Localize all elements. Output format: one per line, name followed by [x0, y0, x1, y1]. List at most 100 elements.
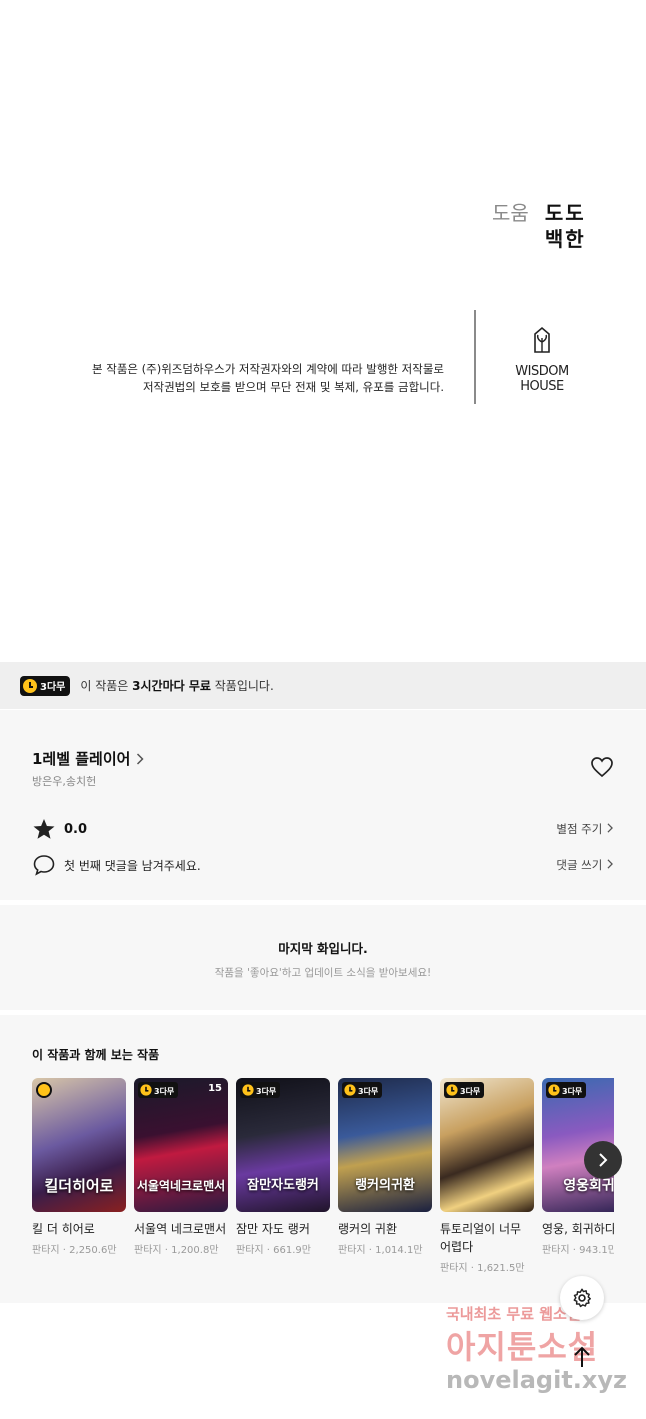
free-badge: 3다무 — [20, 675, 71, 696]
clock-icon — [344, 1084, 356, 1096]
card-title: 서울역 네크로맨서 — [134, 1222, 227, 1236]
free-badge: 3다무 — [138, 1082, 179, 1098]
recommendations: 이 작품과 함께 보는 작품 킬더히어로 킬 더 히어로 판타지 · 2,250… — [0, 1015, 646, 1303]
recommendation-card[interactable]: 3다무 랭커의귀환 랭커의 귀환 판타지 · 1,014.1만 — [338, 1078, 432, 1274]
card-genre: 판타지 — [236, 1245, 264, 1256]
publisher-logo-line-2: HOUSE — [520, 379, 564, 394]
card-title: 킬 더 히어로 — [32, 1222, 95, 1236]
recommendation-card[interactable]: 킬더히어로 킬 더 히어로 판타지 · 2,250.6만 — [32, 1078, 126, 1274]
publisher-logo-line-1: WISDOM — [515, 364, 569, 379]
recommendations-heading: 이 작품과 함께 보는 작품 — [32, 1048, 160, 1062]
card-meta: 판타지 · 2,250.6만 — [32, 1245, 117, 1256]
copyright-notice: 본 작품은 (주)위즈덤하우스가 저작권자와의 계약에 따라 발행한 저작물로 … — [92, 360, 444, 396]
series-authors: 방은우,송치헌 — [32, 775, 97, 788]
clock-icon — [36, 1082, 52, 1098]
clock-icon — [140, 1084, 152, 1096]
free-text-bold: 3시간마다 무료 — [132, 679, 211, 693]
star-icon — [33, 819, 55, 839]
last-episode-notice: 마지막 화입니다. 작품을 '좋아요'하고 업데이트 소식을 받아보세요! — [0, 905, 646, 1010]
assist-name-1: 도도 — [544, 201, 586, 225]
free-badge-label: 3다무 — [256, 1087, 277, 1096]
card-views: 1,200.8만 — [171, 1245, 219, 1256]
cover-image: 3다무 잠만자도랭커 — [236, 1078, 330, 1212]
gear-icon — [573, 1288, 591, 1308]
card-meta: 판타지 · 1,014.1만 — [338, 1245, 423, 1256]
series-title: 1레벨 플레이어 — [32, 750, 131, 768]
rating-row: 0.0 별점 주기 — [32, 818, 614, 840]
assist-name-2: 백한 — [544, 227, 586, 251]
free-badge-label: 3다무 — [460, 1087, 481, 1096]
card-title: 랭커의 귀환 — [338, 1222, 398, 1236]
free-banner-text: 이 작품은 3시간마다 무료 작품입니다. — [80, 677, 273, 694]
free-badge-label: 3다무 — [358, 1087, 379, 1096]
chevron-right-icon — [599, 1153, 608, 1167]
series-title-link[interactable]: 1레벨 플레이어 — [32, 748, 145, 769]
card-views: 943.1만 — [579, 1245, 614, 1256]
copyright-line-1: 본 작품은 (주)위즈덤하우스가 저작권자와의 계약에 따라 발행한 저작물로 — [92, 362, 444, 376]
arrow-up-icon — [574, 1346, 590, 1367]
free-badge-label: 3다무 — [562, 1087, 583, 1096]
chevron-right-icon — [607, 823, 613, 833]
cover-text: 서울역네크로맨서 — [136, 1179, 226, 1193]
free-badge-label: 3다무 — [154, 1087, 175, 1096]
rate-button[interactable]: 별점 주기 — [556, 821, 614, 837]
cover-image: 3다무 랭커의귀환 — [338, 1078, 432, 1212]
free-badge: 3다무 — [444, 1082, 485, 1098]
cover-text: 잠만자도랭커 — [247, 1178, 319, 1193]
card-views: 661.9만 — [273, 1245, 311, 1256]
cover-text: 랭커의귀환 — [355, 1178, 415, 1193]
last-episode-sub: 작품을 '좋아요'하고 업데이트 소식을 받아보세요! — [214, 967, 432, 979]
clock-icon — [23, 678, 37, 693]
recommendation-card[interactable]: 3다무 15 서울역네크로맨서 서울역 네크로맨서 판타지 · 1,200.8만 — [134, 1078, 228, 1274]
cover-text: 킬더히어로 — [44, 1177, 114, 1195]
recommendation-card[interactable]: 3다무 잠만자도랭커 잠만 자도 랭커 판타지 · 661.9만 — [236, 1078, 330, 1274]
free-badge: 3다무 — [546, 1082, 587, 1098]
free-badge: 3다무 — [240, 1082, 281, 1098]
last-episode-heading: 마지막 화입니다. — [278, 941, 368, 956]
clock-icon — [242, 1084, 254, 1096]
episode-count: 15 — [208, 1083, 222, 1094]
scroll-top-button[interactable] — [560, 1335, 604, 1379]
recommendation-card[interactable]: 3다무 튜토리얼이 너무 어렵다 판타지 · 1,621.5만 — [440, 1078, 534, 1274]
publisher-logo: WISDOM HOUSE — [510, 326, 574, 394]
divider — [474, 310, 476, 404]
cover-image: 3다무 — [440, 1078, 534, 1212]
card-genre: 판타지 — [338, 1245, 366, 1256]
card-views: 1,014.1만 — [375, 1245, 423, 1256]
heart-icon[interactable] — [590, 756, 614, 778]
card-genre: 판타지 — [32, 1245, 60, 1256]
card-title: 잠만 자도 랭커 — [236, 1222, 310, 1236]
cover-image: 3다무 15 서울역네크로맨서 — [134, 1078, 228, 1212]
card-views: 1,621.5만 — [477, 1263, 525, 1274]
cover-text: 영웅회귀 — [563, 1178, 614, 1194]
write-comment-button[interactable]: 댓글 쓰기 — [556, 857, 614, 873]
cover-image: 킬더히어로 — [32, 1078, 126, 1212]
assist-names: 도도 백한 — [545, 200, 586, 252]
assist-label: 도움 — [492, 201, 529, 225]
free-banner: 3다무 이 작품은 3시간마다 무료 작품입니다. — [0, 662, 646, 709]
card-meta: 판타지 · 1,621.5만 — [440, 1263, 525, 1274]
chevron-right-icon — [137, 752, 145, 765]
write-comment-label: 댓글 쓰기 — [556, 858, 603, 872]
card-meta: 판타지 · 943.1만 — [542, 1241, 614, 1256]
clock-icon — [446, 1084, 458, 1096]
chevron-right-icon — [607, 859, 613, 869]
copyright-line-2: 저작권법의 보호를 받으며 무단 전재 및 복제, 유포를 금합니다. — [142, 380, 444, 394]
comment-icon — [33, 855, 55, 876]
free-badge-label: 3다무 — [40, 682, 66, 693]
free-text-before: 이 작품은 — [80, 679, 133, 693]
rating-value: 0.0 — [64, 821, 88, 837]
assist-credits: 도움 도도 백한 — [492, 200, 586, 252]
recommendation-carousel: 킬더히어로 킬 더 히어로 판타지 · 2,250.6만 3다무 15 서울역네… — [32, 1078, 614, 1274]
card-title: 튜토리얼이 너무 어렵다 — [440, 1222, 522, 1254]
publisher-logo-icon — [534, 326, 550, 353]
carousel-next-button[interactable] — [584, 1141, 622, 1179]
card-meta: 판타지 · 1,200.8만 — [134, 1245, 219, 1256]
free-text-after: 작품입니다. — [210, 679, 274, 693]
free-badge: 3다무 — [342, 1082, 383, 1098]
clock-icon — [548, 1084, 560, 1096]
card-title: 영웅, 회귀하다 — [542, 1222, 614, 1236]
series-info: 1레벨 플레이어 방은우,송치헌 0.0 별점 주기 첫 번째 댓글을 남겨주세… — [0, 710, 646, 900]
card-views: 2,250.6만 — [69, 1245, 117, 1256]
settings-button[interactable] — [560, 1276, 604, 1320]
